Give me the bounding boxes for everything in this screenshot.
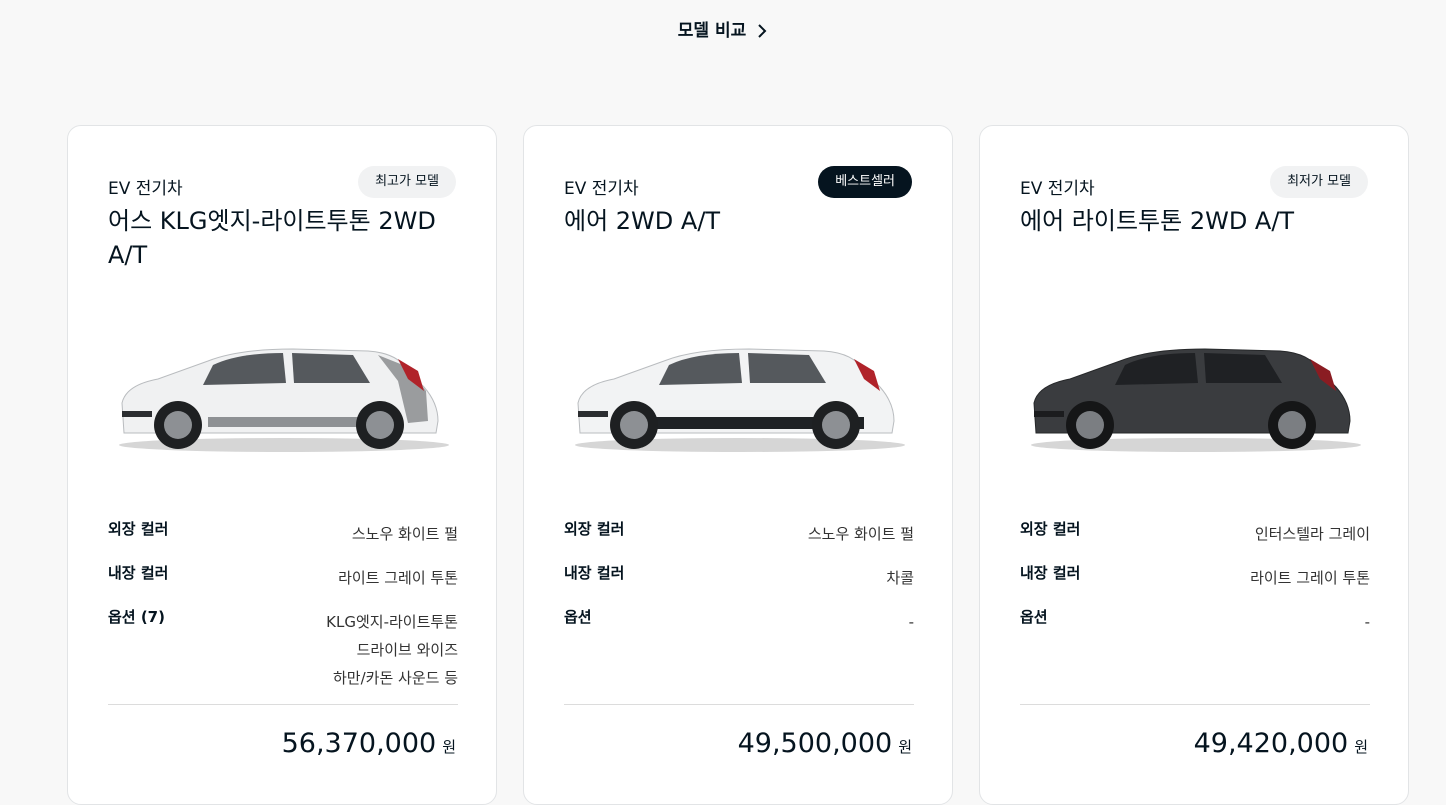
options-label: 옵션 — [564, 608, 592, 626]
trim-card-3[interactable]: EV 전기차 최저가 모델 에어 라이트투톤 2WD A/T 외장 컬러 인터스… — [979, 125, 1409, 805]
trim-card-1[interactable]: EV 전기차 최고가 모델 어스 KLG엣지-라이트투톤 2WD A/T 외장 … — [67, 125, 497, 805]
divider — [108, 704, 458, 705]
car-image — [119, 348, 449, 452]
option-item: 하만/카돈 사운드 등 — [333, 669, 458, 687]
price-unit: 원 — [1354, 738, 1368, 756]
price-unit: 원 — [898, 738, 912, 756]
price-unit: 원 — [442, 738, 456, 756]
trim-name: 에어 라이트투톤 2WD A/T — [1020, 207, 1295, 235]
car-image — [1031, 348, 1361, 452]
interior-color-value: 라이트 그레이 투톤 — [1250, 569, 1370, 587]
price: 49,420,000 원 — [1194, 728, 1368, 759]
divider — [564, 704, 914, 705]
exterior-color-label: 외장 컬러 — [564, 520, 625, 538]
exterior-color-value: 스노우 화이트 펄 — [807, 525, 914, 543]
interior-color-label: 내장 컬러 — [1020, 564, 1081, 582]
trim-category: EV 전기차 — [564, 179, 639, 199]
price-value: 49,500,000 — [737, 728, 893, 759]
trim-card-2[interactable]: EV 전기차 베스트셀러 에어 2WD A/T 외장 컬러 스노우 화이트 펄 … — [523, 125, 953, 805]
car-image — [575, 348, 905, 452]
bestseller-badge: 베스트셀러 — [818, 166, 912, 198]
interior-color-value: 라이트 그레이 투톤 — [338, 569, 458, 587]
price-value: 56,370,000 — [281, 728, 437, 759]
lowest-price-badge: 최저가 모델 — [1270, 166, 1368, 198]
exterior-color-value: 인터스텔라 그레이 — [1254, 525, 1370, 543]
model-compare-link[interactable]: 모델 비교 — [0, 16, 1446, 41]
options-label: 옵션 (7) — [108, 608, 165, 626]
exterior-color-value: 스노우 화이트 펄 — [351, 525, 458, 543]
price: 49,500,000 원 — [738, 728, 912, 759]
options-values: - — [909, 608, 914, 636]
trim-name: 에어 2WD A/T — [564, 207, 721, 235]
interior-color-value: 차콜 — [886, 569, 914, 587]
divider — [1020, 704, 1370, 705]
interior-color-label: 내장 컬러 — [564, 564, 625, 582]
trim-category: EV 전기차 — [1020, 179, 1095, 199]
exterior-color-label: 외장 컬러 — [1020, 520, 1081, 538]
options-values: - — [1365, 608, 1370, 636]
exterior-color-label: 외장 컬러 — [108, 520, 169, 538]
model-compare-label: 모델 비교 — [677, 21, 747, 41]
trim-category: EV 전기차 — [108, 179, 183, 199]
option-item: KLG엣지-라이트투톤 — [326, 613, 458, 631]
price-value: 49,420,000 — [1193, 728, 1349, 759]
option-item: - — [908, 613, 914, 631]
option-item: 드라이브 와이즈 — [356, 641, 458, 659]
options-values: KLG엣지-라이트투톤 드라이브 와이즈 하만/카돈 사운드 등 — [326, 608, 458, 692]
interior-color-label: 내장 컬러 — [108, 564, 169, 582]
price: 56,370,000 원 — [282, 728, 456, 759]
trim-name: 어스 KLG엣지-라이트투톤 2WD A/T — [108, 207, 436, 269]
chevron-right-icon — [758, 24, 767, 38]
option-item: - — [1364, 613, 1370, 631]
highest-price-badge: 최고가 모델 — [358, 166, 456, 198]
options-label: 옵션 — [1020, 608, 1048, 626]
